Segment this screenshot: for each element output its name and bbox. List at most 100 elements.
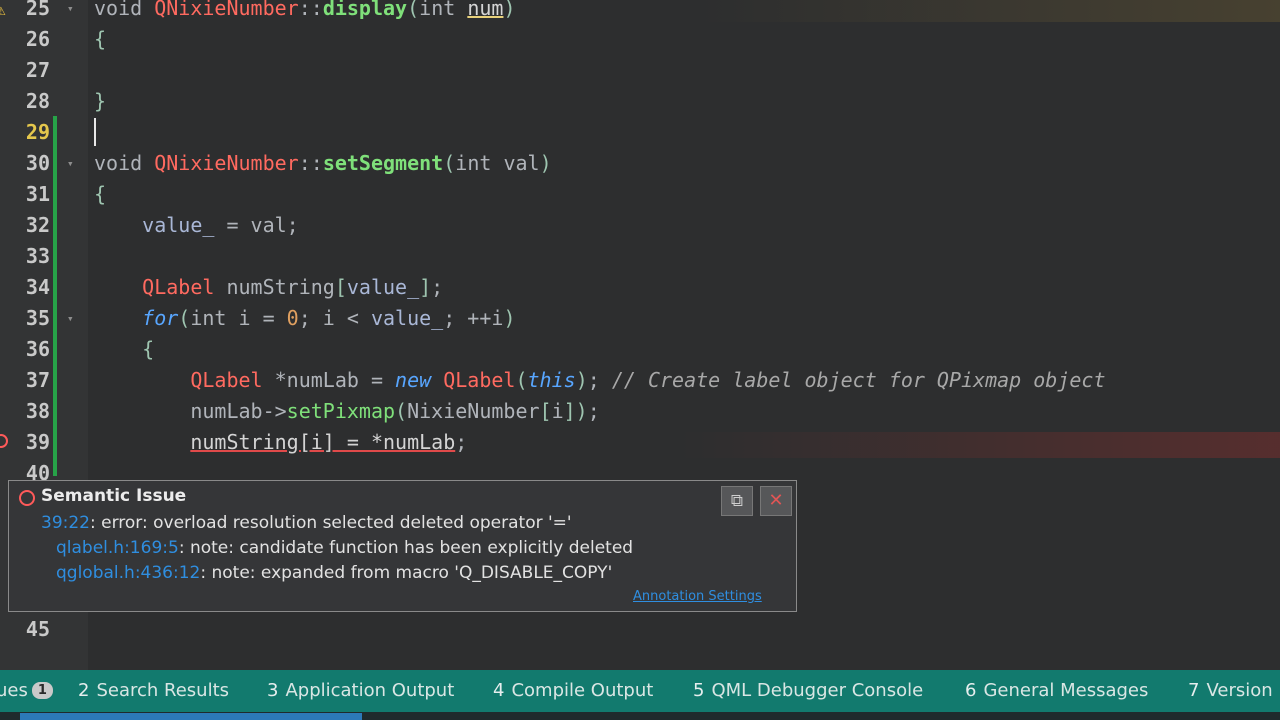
code-token: value_	[94, 213, 227, 237]
issue-message: : error: overload resolution selected de…	[90, 513, 572, 533]
code-token: this	[527, 368, 576, 392]
code-token: QLabel	[94, 368, 275, 392]
pane-compile-output[interactable]: 4 Compile Output	[493, 680, 653, 701]
code-line[interactable]: QLabel numString[value_];	[94, 272, 443, 303]
copy-to-clipboard-button[interactable]: ⧉	[721, 486, 753, 516]
issue-location-link[interactable]: qglobal.h:436:12	[56, 563, 200, 583]
code-token: )	[575, 399, 588, 423]
code-token: ::	[298, 151, 323, 175]
error-line-highlight	[680, 432, 1280, 458]
code-token: new	[395, 368, 444, 392]
close-tooltip-button[interactable]: ✕	[760, 486, 792, 516]
code-token: ::	[298, 0, 323, 20]
line-number[interactable]: 26	[0, 24, 50, 55]
code-line[interactable]: value_ = val;	[94, 210, 299, 241]
code-token: )	[575, 368, 588, 392]
code-token: // Create label object for QPixmap objec…	[611, 368, 1106, 392]
code-token: ; i <	[298, 306, 371, 330]
line-number[interactable]: 34	[0, 272, 50, 303]
line-number[interactable]: 28	[0, 86, 50, 117]
fold-toggle-icon[interactable]: ▾	[67, 148, 74, 179]
output-panes-bar: ues 1 2 Search Results 3 Application Output…	[0, 670, 1280, 712]
code-line[interactable]: {	[94, 179, 106, 210]
fold-toggle-icon[interactable]: ▾	[67, 303, 74, 334]
code-line[interactable]: QLabel *numLab = new QLabel(this); // Cr…	[94, 365, 1106, 396]
line-number[interactable]: 33	[0, 241, 50, 272]
line-number[interactable]: 35	[0, 303, 50, 334]
copy-icon: ⧉	[730, 491, 744, 511]
line-number[interactable]: 29	[0, 117, 50, 148]
code-token: int	[419, 0, 468, 20]
text-cursor	[94, 118, 96, 146]
annotation-settings-link[interactable]: Annotation Settings	[633, 589, 762, 604]
code-token: numString	[226, 275, 335, 299]
pane-search-results[interactable]: 2 Search Results	[78, 680, 229, 701]
code-token: int i =	[190, 306, 287, 330]
code-token: {	[94, 182, 107, 206]
code-token: (	[395, 399, 408, 423]
progress-indicator	[20, 713, 362, 720]
issue-line-note: qlabel.h:169:5: note: candidate function…	[56, 538, 633, 558]
code-token: [	[539, 399, 552, 423]
code-token: (	[443, 151, 456, 175]
code-token: ;	[455, 430, 468, 454]
code-token: ;	[431, 275, 444, 299]
code-line[interactable]: numString[i] = *numLab;	[94, 427, 467, 458]
code-token: {	[94, 337, 155, 361]
warning-icon[interactable]: ⚠	[0, 0, 6, 19]
line-number[interactable]: 25	[0, 0, 50, 24]
code-token: int val	[455, 151, 540, 175]
line-number[interactable]: 32	[0, 210, 50, 241]
code-token: )	[539, 151, 552, 175]
code-token: QLabel	[443, 368, 516, 392]
line-number[interactable]: 31	[0, 179, 50, 210]
code-token: {	[94, 27, 107, 51]
code-line[interactable]: for(int i = 0; i < value_; ++i)	[94, 303, 515, 334]
pane-qml-debugger-console[interactable]: 5 QML Debugger Console	[693, 680, 923, 701]
code-token: (	[407, 0, 420, 20]
code-line[interactable]: numLab->setPixmap(NixieNumber[i]);	[94, 396, 600, 427]
pane-application-output[interactable]: 3 Application Output	[267, 680, 454, 701]
code-token: display	[322, 0, 408, 20]
code-token: setPixmap	[286, 399, 396, 423]
code-token: value_	[370, 306, 444, 330]
code-token: void	[94, 151, 155, 175]
code-line[interactable]: {	[94, 24, 106, 55]
code-line[interactable]: {	[94, 334, 154, 365]
issue-location-link[interactable]: 39:22	[41, 513, 90, 533]
line-number[interactable]: 38	[0, 396, 50, 427]
code-line[interactable]: void QNixieNumber::setSegment(int val)	[94, 148, 552, 179]
warning-line-highlight	[700, 0, 1280, 22]
code-token: (	[178, 306, 191, 330]
issue-line-error: 39:22: error: overload resolution select…	[41, 513, 572, 533]
modified-lines-marker	[53, 116, 57, 476]
error-icon	[19, 490, 35, 506]
line-number[interactable]: 27	[0, 55, 50, 86]
pane-issues[interactable]: ues 1	[0, 680, 53, 701]
code-token: num	[467, 0, 504, 20]
code-token: )	[503, 0, 516, 20]
line-number[interactable]: 45	[0, 614, 50, 645]
issue-line-note: qglobal.h:436:12: note: expanded from ma…	[56, 563, 612, 583]
pane-version-control[interactable]: 7 Version	[1188, 680, 1273, 701]
code-token: ;	[587, 399, 600, 423]
issue-location-link[interactable]: qlabel.h:169:5	[56, 538, 179, 558]
fold-toggle-icon[interactable]: ▾	[67, 0, 74, 24]
close-icon: ✕	[768, 490, 784, 511]
code-line[interactable]: void QNixieNumber::display(int num)	[94, 0, 516, 24]
code-token: 0	[286, 306, 299, 330]
code-token: numString[i] = *numLab	[190, 430, 456, 454]
pane-general-messages[interactable]: 6 General Messages	[965, 680, 1148, 701]
code-token: ]	[419, 275, 432, 299]
line-number[interactable]: 36	[0, 334, 50, 365]
code-token: (	[515, 368, 528, 392]
code-token: ]	[563, 399, 576, 423]
code-line[interactable]: }	[94, 86, 106, 117]
line-number[interactable]: 30	[0, 148, 50, 179]
line-number[interactable]: 37	[0, 365, 50, 396]
code-token: QLabel	[94, 275, 227, 299]
code-token: }	[94, 89, 107, 113]
code-token: NixieNumber	[407, 399, 540, 423]
code-token: QNixieNumber	[154, 151, 299, 175]
